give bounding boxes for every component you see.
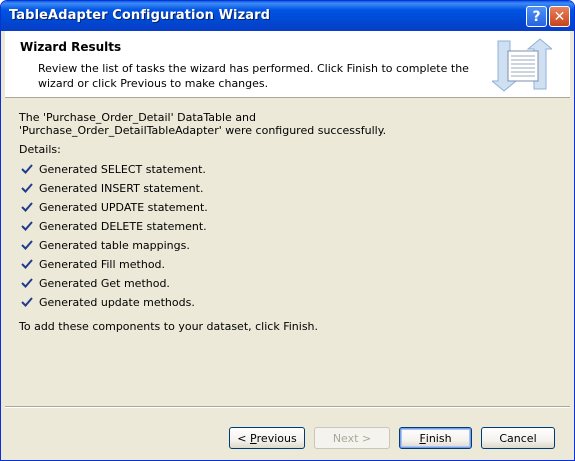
page-title: Wizard Results [20, 40, 122, 54]
wizard-header: Wizard Results Review the list of tasks … [5, 31, 570, 98]
task-label: Generated UPDATE statement. [39, 201, 208, 214]
wizard-window: TableAdapter Configuration Wizard ? ✕ Wi… [0, 0, 575, 461]
finish-label: inish [425, 431, 452, 445]
page-description: Review the list of tasks the wizard has … [38, 62, 469, 90]
close-icon: ✕ [553, 8, 566, 25]
previous-button[interactable]: < Previous [229, 427, 305, 449]
task-label: Generated DELETE statement. [39, 220, 207, 233]
close-button[interactable]: ✕ [549, 6, 570, 27]
results-panel: The 'Purchase_Order_Detail' DataTable an… [5, 98, 570, 406]
task-label: Generated INSERT statement. [39, 182, 204, 195]
checkmark-icon [21, 164, 33, 174]
title-bar[interactable]: TableAdapter Configuration Wizard ? ✕ [1, 1, 574, 31]
finish-button[interactable]: Finish [399, 427, 472, 449]
checkmark-icon [21, 202, 33, 212]
previous-prefix: < [237, 431, 251, 445]
cancel-label: Cancel [499, 431, 537, 445]
next-button[interactable]: Next > [314, 427, 390, 449]
task-label: Generated Fill method. [39, 258, 166, 271]
checkmark-icon [21, 221, 33, 231]
window-title: TableAdapter Configuration Wizard [9, 8, 271, 23]
button-separator [5, 406, 570, 408]
checkmark-icon [21, 183, 33, 193]
details-label: Details: [19, 143, 61, 156]
task-label: Generated table mappings. [39, 239, 190, 252]
checkmark-icon [21, 278, 33, 288]
checkmark-icon [21, 297, 33, 307]
task-label: Generated SELECT statement. [39, 163, 206, 176]
task-label: Generated Get method. [39, 277, 170, 290]
cancel-button[interactable]: Cancel [481, 427, 555, 449]
checkmark-icon [21, 240, 33, 250]
database-sync-icon [492, 38, 552, 92]
instruction-text: To add these components to your dataset,… [19, 320, 319, 333]
help-button[interactable]: ? [526, 6, 547, 27]
next-label: Next > [332, 431, 372, 445]
task-label: Generated update methods. [39, 296, 195, 309]
help-icon: ? [532, 8, 541, 25]
previous-label: revious [256, 431, 297, 445]
checkmark-icon [21, 259, 33, 269]
previous-mnemonic: P [250, 431, 257, 445]
success-message: The 'Purchase_Order_Detail' DataTable an… [19, 111, 387, 137]
